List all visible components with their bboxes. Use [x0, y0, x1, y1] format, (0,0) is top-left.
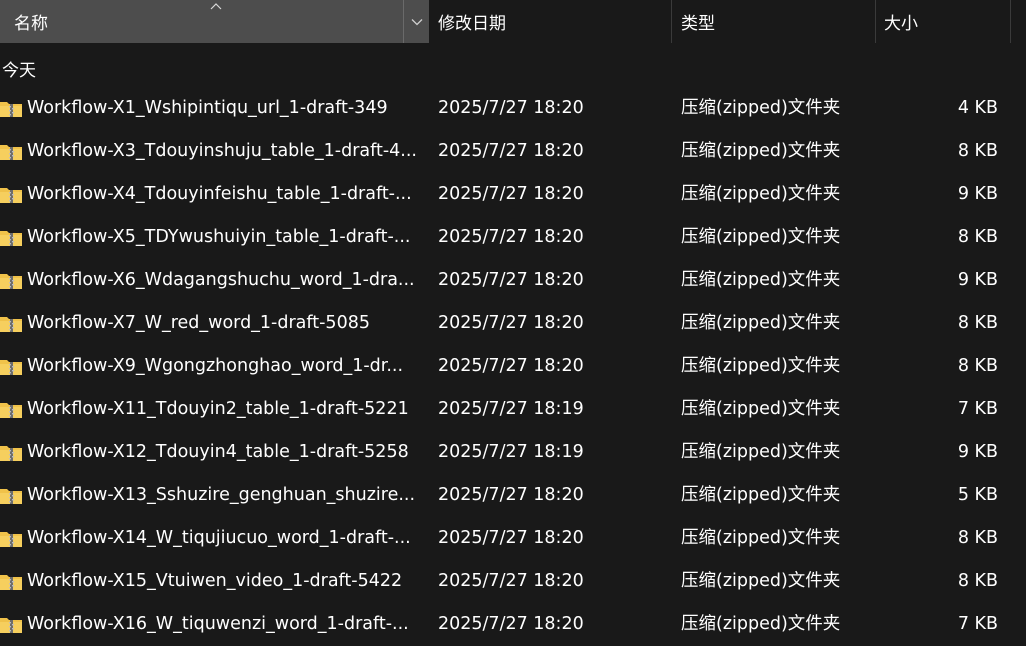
file-size: 9 KB — [957, 270, 998, 290]
file-modified-date: 2025/7/27 18:20 — [438, 571, 584, 591]
file-name: Workflow-X1_Wshipintiqu_url_1-draft-349 — [27, 98, 388, 118]
file-modified-date: 2025/7/27 18:20 — [438, 184, 584, 204]
zip-folder-icon — [0, 102, 22, 117]
file-size: 9 KB — [957, 184, 998, 204]
file-type: 压缩(zipped)文件夹 — [681, 270, 841, 290]
zip-folder-icon — [0, 489, 22, 504]
sort-up-arrow-icon — [210, 3, 222, 10]
file-size: 8 KB — [957, 141, 998, 161]
zip-folder-icon — [0, 274, 22, 289]
file-size: 8 KB — [957, 227, 998, 247]
file-row[interactable]: Workflow-X6_Wdagangshuchu_word_1-dra... 2… — [0, 259, 1026, 302]
file-name: Workflow-X3_Tdouyinshuju_table_1-draft-4… — [27, 141, 417, 161]
file-name: Workflow-X13_Sshuzire_genghuan_shuzire..… — [27, 485, 416, 505]
file-size: 7 KB — [957, 614, 998, 634]
file-size: 9 KB — [957, 442, 998, 462]
file-type: 压缩(zipped)文件夹 — [681, 399, 841, 419]
zip-folder-icon — [0, 532, 22, 547]
file-type: 压缩(zipped)文件夹 — [681, 571, 841, 591]
file-row[interactable]: Workflow-X14_W_tiqujiucuo_word_1-draft-.… — [0, 517, 1026, 560]
file-row[interactable]: Workflow-X12_Tdouyin4_table_1-draft-5258… — [0, 431, 1026, 474]
file-row[interactable]: Workflow-X5_TDYwushuiyin_table_1-draft-.… — [0, 216, 1026, 259]
file-type: 压缩(zipped)文件夹 — [681, 184, 841, 204]
file-type: 压缩(zipped)文件夹 — [681, 485, 841, 505]
file-name: Workflow-X5_TDYwushuiyin_table_1-draft-.… — [27, 227, 411, 247]
file-modified-date: 2025/7/27 18:20 — [438, 313, 584, 333]
column-header-name-label: 名称 — [14, 14, 48, 34]
column-divider[interactable] — [1010, 0, 1011, 43]
zip-folder-icon — [0, 231, 22, 246]
zip-folder-icon — [0, 145, 22, 160]
file-name: Workflow-X12_Tdouyin4_table_1-draft-5258 — [27, 442, 409, 462]
file-modified-date: 2025/7/27 18:20 — [438, 614, 584, 634]
column-header-type-label: 类型 — [681, 14, 715, 34]
zip-folder-icon — [0, 446, 22, 461]
file-modified-date: 2025/7/27 18:20 — [438, 485, 584, 505]
zip-folder-icon — [0, 188, 22, 203]
zip-folder-icon — [0, 317, 22, 332]
file-row[interactable]: Workflow-X1_Wshipintiqu_url_1-draft-349 2… — [0, 87, 1026, 130]
group-header-today[interactable]: 今天 — [2, 56, 36, 81]
file-type: 压缩(zipped)文件夹 — [681, 98, 841, 118]
file-type: 压缩(zipped)文件夹 — [681, 141, 841, 161]
column-header-size[interactable]: 大小 — [875, 0, 1010, 43]
column-header-date-label: 修改日期 — [438, 14, 506, 34]
file-type: 压缩(zipped)文件夹 — [681, 442, 841, 462]
file-modified-date: 2025/7/27 18:20 — [438, 270, 584, 290]
file-name: Workflow-X6_Wdagangshuchu_word_1-dra... — [27, 270, 415, 290]
file-size: 8 KB — [957, 356, 998, 376]
file-row[interactable]: Workflow-X7_W_red_word_1-draft-5085 2025/… — [0, 302, 1026, 345]
file-name: Workflow-X16_W_tiquwenzi_word_1-draft-..… — [27, 614, 409, 634]
file-size: 8 KB — [957, 528, 998, 548]
file-name: Workflow-X4_Tdouyinfeishu_table_1-draft-… — [27, 184, 412, 204]
file-name: Workflow-X7_W_red_word_1-draft-5085 — [27, 313, 370, 333]
file-size: 4 KB — [957, 98, 998, 118]
file-modified-date: 2025/7/27 18:20 — [438, 141, 584, 161]
zip-folder-icon — [0, 403, 22, 418]
file-name: Workflow-X11_Tdouyin2_table_1-draft-5221 — [27, 399, 409, 419]
file-row[interactable]: Workflow-X3_Tdouyinshuju_table_1-draft-4… — [0, 130, 1026, 173]
file-type: 压缩(zipped)文件夹 — [681, 227, 841, 247]
file-row[interactable]: Workflow-X9_Wgongzhonghao_word_1-dr... 20… — [0, 345, 1026, 388]
chevron-down-icon — [411, 18, 422, 25]
file-row[interactable]: Workflow-X15_Vtuiwen_video_1-draft-5422 2… — [0, 560, 1026, 603]
file-type: 压缩(zipped)文件夹 — [681, 614, 841, 634]
file-size: 8 KB — [957, 571, 998, 591]
zip-folder-icon — [0, 360, 22, 375]
file-modified-date: 2025/7/27 18:19 — [438, 442, 584, 462]
file-type: 压缩(zipped)文件夹 — [681, 356, 841, 376]
file-row[interactable]: Workflow-X16_W_tiquwenzi_word_1-draft-..… — [0, 603, 1026, 646]
file-row[interactable]: Workflow-X13_Sshuzire_genghuan_shuzire..… — [0, 474, 1026, 517]
file-list: Workflow-X1_Wshipintiqu_url_1-draft-349 2… — [0, 87, 1026, 646]
file-modified-date: 2025/7/27 18:20 — [438, 528, 584, 548]
file-row[interactable]: Workflow-X11_Tdouyin2_table_1-draft-5221… — [0, 388, 1026, 431]
file-size: 5 KB — [957, 485, 998, 505]
file-size: 7 KB — [957, 399, 998, 419]
file-row[interactable]: Workflow-X4_Tdouyinfeishu_table_1-draft-… — [0, 173, 1026, 216]
file-name: Workflow-X15_Vtuiwen_video_1-draft-5422 — [27, 571, 403, 591]
file-modified-date: 2025/7/27 18:20 — [438, 356, 584, 376]
file-type: 压缩(zipped)文件夹 — [681, 528, 841, 548]
column-header-date[interactable]: 修改日期 — [429, 0, 671, 43]
file-type: 压缩(zipped)文件夹 — [681, 313, 841, 333]
file-modified-date: 2025/7/27 18:19 — [438, 399, 584, 419]
file-size: 8 KB — [957, 313, 998, 333]
zip-folder-icon — [0, 618, 22, 633]
column-filter-dropdown-button[interactable] — [403, 0, 429, 43]
file-name: Workflow-X9_Wgongzhonghao_word_1-dr... — [27, 356, 404, 376]
file-modified-date: 2025/7/27 18:20 — [438, 227, 584, 247]
column-header-type[interactable]: 类型 — [671, 0, 875, 43]
column-header-size-label: 大小 — [884, 14, 918, 34]
file-name: Workflow-X14_W_tiqujiucuo_word_1-draft-.… — [27, 528, 411, 548]
zip-folder-icon — [0, 575, 22, 590]
file-modified-date: 2025/7/27 18:20 — [438, 98, 584, 118]
column-header-bar: 名称 修改日期 类型 大小 — [0, 0, 1026, 43]
